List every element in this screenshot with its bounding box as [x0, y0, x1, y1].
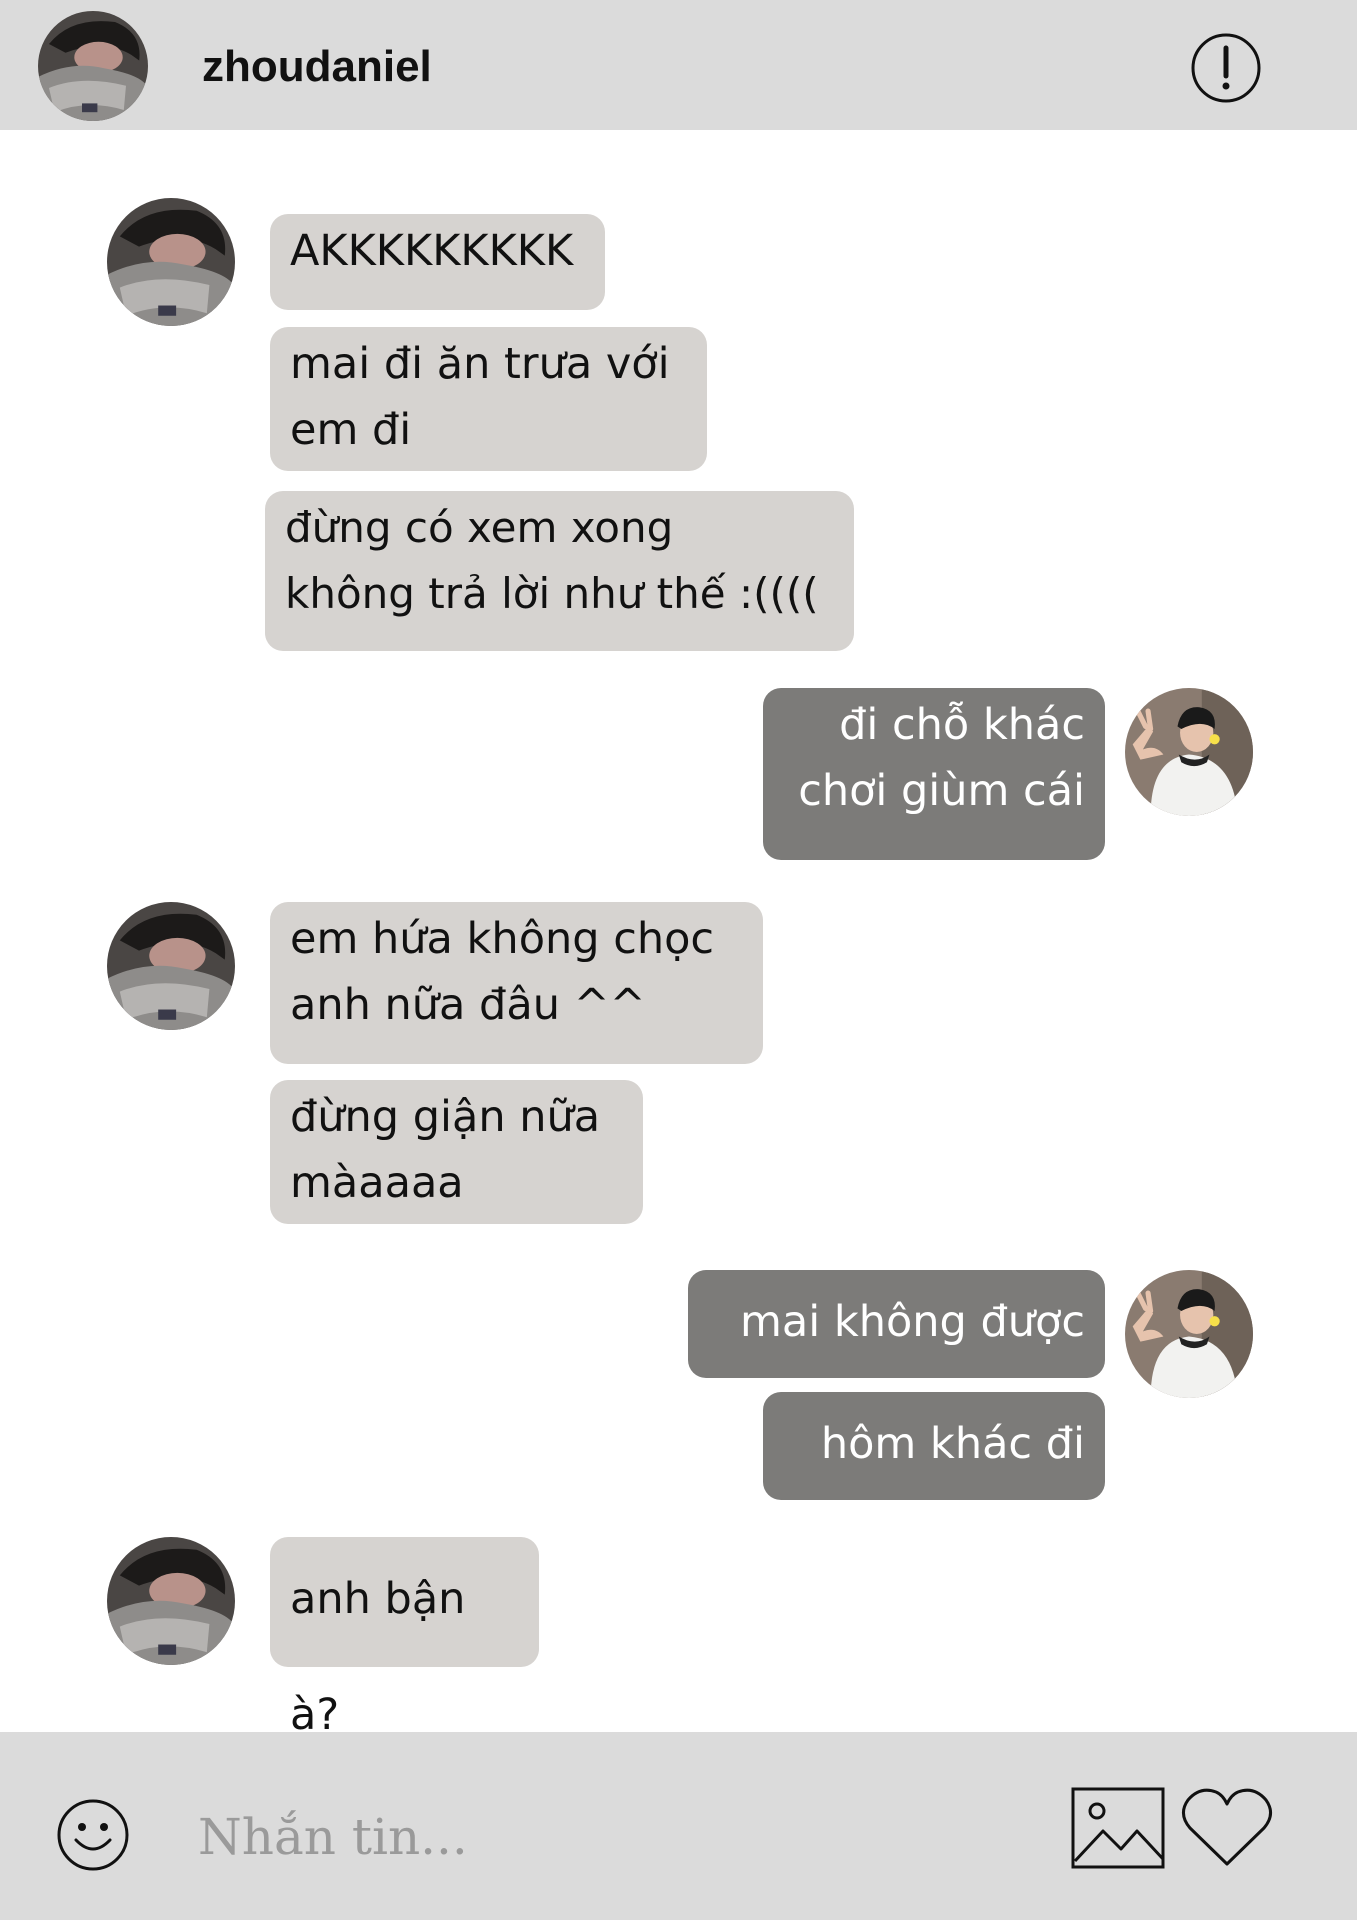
incoming-message[interactable]: đừng có xem xong không trả lời như thế :… [265, 491, 854, 651]
image-icon[interactable] [1071, 1787, 1165, 1869]
contact-avatar [107, 198, 235, 326]
outgoing-message[interactable]: đi chỗ khác chơi giùm cái [763, 688, 1105, 860]
incoming-message[interactable]: mai đi ăn trưa với em đi [270, 327, 707, 471]
incoming-message[interactable]: AKKKKKKKKK [270, 214, 605, 310]
incoming-message[interactable]: đừng giận nữa màaaaa [270, 1080, 643, 1224]
my-avatar [1125, 1270, 1253, 1398]
contact-username[interactable]: zhoudaniel [202, 42, 432, 92]
outgoing-message[interactable]: mai không được [688, 1270, 1105, 1378]
contact-avatar [107, 902, 235, 1030]
contact-avatar [107, 1537, 235, 1665]
heart-icon[interactable] [1180, 1784, 1274, 1870]
my-avatar [1125, 688, 1253, 816]
message-input[interactable] [198, 1802, 998, 1872]
info-icon[interactable] [1190, 32, 1262, 104]
outgoing-message[interactable]: hôm khác đi [763, 1392, 1105, 1500]
incoming-message[interactable]: anh bận à? [270, 1537, 539, 1740]
contact-avatar[interactable] [38, 11, 148, 121]
message-composer [0, 1732, 1357, 1920]
chat-header: zhoudaniel [0, 0, 1357, 130]
smiley-icon[interactable] [56, 1798, 130, 1872]
incoming-message[interactable]: em hứa không chọc anh nữa đâu ^^ [270, 902, 763, 1064]
